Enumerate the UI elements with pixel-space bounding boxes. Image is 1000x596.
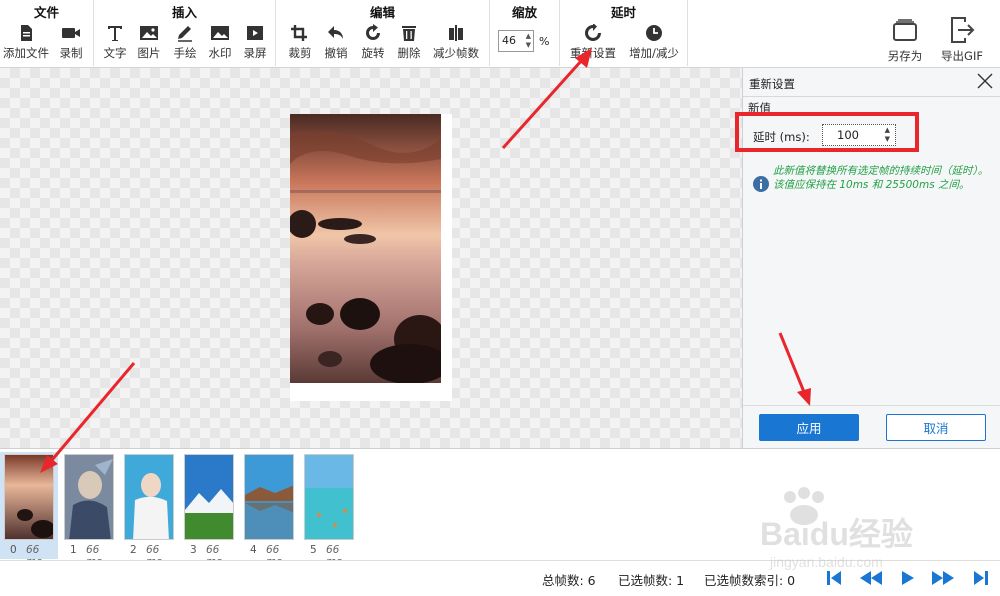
record-label: 录制 bbox=[59, 46, 83, 60]
save-as-label: 另存为 bbox=[887, 49, 923, 63]
save-as-icon bbox=[893, 19, 917, 41]
add-file-label: 添加文件 bbox=[3, 46, 49, 60]
app-window: { "ribbon": { "groups": { "file": "文件", … bbox=[0, 0, 1000, 596]
export-gif-button[interactable]: 导出GIF bbox=[936, 16, 988, 64]
svg-text:jingyan.baidu.com: jingyan.baidu.com bbox=[769, 554, 883, 570]
frame-thumb-image bbox=[244, 454, 294, 540]
baidu-watermark: Baidu经验 jingyan.baidu.com bbox=[760, 487, 913, 570]
total-frames: 总帧数: 6 bbox=[542, 573, 596, 588]
frame-index: 2 bbox=[130, 544, 137, 556]
increase-decrease-button[interactable]: 增加/减少 bbox=[624, 24, 684, 61]
frame-thumbnail[interactable]: 5 66 ms bbox=[300, 452, 358, 568]
clock-icon bbox=[646, 25, 662, 41]
screen-record-button[interactable]: 录屏 bbox=[234, 24, 276, 61]
frame-thumb-image bbox=[124, 454, 174, 540]
save-as-button[interactable]: 另存为 bbox=[880, 16, 930, 64]
apply-button[interactable]: 应用 bbox=[759, 414, 859, 441]
preview-canvas[interactable] bbox=[0, 68, 742, 448]
frame-index: 3 bbox=[190, 544, 197, 556]
delay-value: 100 bbox=[837, 128, 859, 142]
group-delay: 延时 重新设置 增加/减少 bbox=[560, 0, 688, 66]
crop-icon bbox=[291, 25, 307, 41]
frame-thumb-image bbox=[4, 454, 54, 540]
reduce-frames-label: 减少帧数 bbox=[433, 46, 479, 60]
frame-index: 4 bbox=[250, 544, 257, 556]
panel-footer-divider bbox=[743, 405, 1000, 406]
file-icon bbox=[21, 25, 32, 41]
image-icon bbox=[140, 26, 158, 40]
frame-thumbnail[interactable]: 0 66 ms bbox=[0, 452, 58, 568]
reset-delay-button[interactable]: 重新设置 bbox=[564, 24, 622, 61]
undo-label: 撤销 bbox=[324, 46, 348, 60]
frame-thumbnail[interactable]: 3 66 ms bbox=[180, 452, 238, 568]
record-button[interactable]: 录制 bbox=[50, 24, 92, 61]
delete-button[interactable]: 删除 bbox=[388, 24, 430, 61]
delay-label: 延时 (ms): bbox=[753, 130, 810, 144]
reset-delay-label: 重新设置 bbox=[570, 46, 616, 60]
group-file-title: 文件 bbox=[33, 5, 59, 20]
add-file-button[interactable]: 添加文件 bbox=[2, 24, 50, 61]
ribbon-toolbar: 文件 添加文件 录制 插入 文字 图片 手绘 水印 录屏 编辑 裁剪 撤销 旋转… bbox=[0, 0, 1000, 68]
svg-text:Baidu经验: Baidu经验 bbox=[760, 516, 913, 552]
screen-record-icon bbox=[247, 26, 263, 40]
frame-index: 5 bbox=[310, 544, 317, 556]
reduce-frames-button[interactable]: 减少帧数 bbox=[428, 24, 484, 61]
watermark-icon bbox=[211, 26, 229, 40]
reduce-frames-icon bbox=[449, 25, 463, 41]
export-icon bbox=[951, 17, 975, 43]
frame-index: 0 bbox=[10, 544, 17, 556]
frame-thumb-image bbox=[184, 454, 234, 540]
frame-thumb-image bbox=[304, 454, 354, 540]
close-icon[interactable] bbox=[976, 72, 994, 90]
undo-icon bbox=[328, 26, 343, 39]
spin-arrows-icon[interactable]: ▲ ▼ bbox=[885, 126, 890, 144]
zoom-stepper[interactable]: 46 ▲ ▼ bbox=[498, 30, 534, 52]
group-file: 文件 添加文件 录制 bbox=[0, 0, 94, 66]
spin-arrows-icon[interactable]: ▲ ▼ bbox=[526, 32, 531, 50]
group-insert: 插入 文字 图片 手绘 水印 录屏 bbox=[94, 0, 276, 66]
delete-label: 删除 bbox=[397, 46, 421, 60]
frame-thumb-image bbox=[64, 454, 114, 540]
info-message: 此新值将替换所有选定帧的持续时间（延时）。该值应保持在 10ms 和 25500… bbox=[773, 165, 989, 191]
rotate-icon bbox=[366, 24, 380, 40]
info-icon bbox=[753, 176, 769, 192]
video-camera-icon bbox=[62, 28, 80, 38]
screen-record-label: 录屏 bbox=[243, 46, 267, 60]
zoom-unit: % bbox=[539, 35, 550, 48]
reset-delay-panel: 重新设置 新值 延时 (ms): 100 ▲ ▼ 此新值将替换所有选定帧的持续时间… bbox=[735, 68, 1000, 448]
trash-icon bbox=[402, 26, 416, 41]
frame-thumbnail[interactable]: 1 66 ms bbox=[60, 452, 118, 568]
text-t-icon bbox=[108, 26, 122, 41]
group-edit: 编辑 裁剪 撤销 旋转 删除 减少帧数 bbox=[276, 0, 490, 66]
frame-image bbox=[290, 114, 441, 383]
group-edit-title: 编辑 bbox=[369, 5, 395, 20]
group-delay-title: 延时 bbox=[610, 5, 636, 20]
frame-index: 1 bbox=[70, 544, 77, 556]
undo-button[interactable]: 撤销 bbox=[315, 24, 357, 61]
selected-frames: 已选帧数: 1 bbox=[618, 573, 685, 588]
pencil-icon bbox=[178, 26, 192, 42]
frame-thumbnail[interactable]: 4 66 ms bbox=[240, 452, 298, 568]
group-zoom-title: 缩放 bbox=[511, 5, 537, 20]
group-insert-title: 插入 bbox=[171, 5, 197, 20]
increase-decrease-label: 增加/减少 bbox=[629, 46, 679, 60]
frame-thumbnail[interactable]: 2 66 ms bbox=[120, 452, 178, 568]
reset-clock-icon bbox=[585, 24, 601, 41]
panel-divider bbox=[743, 96, 1000, 97]
cancel-button[interactable]: 取消 bbox=[886, 414, 986, 441]
current-frame-preview bbox=[290, 114, 452, 401]
export-gif-label: 导出GIF bbox=[941, 49, 983, 63]
panel-title: 重新设置 bbox=[749, 77, 795, 91]
delay-input[interactable]: 100 ▲ ▼ bbox=[822, 124, 896, 146]
zoom-value: 46 bbox=[502, 34, 516, 47]
